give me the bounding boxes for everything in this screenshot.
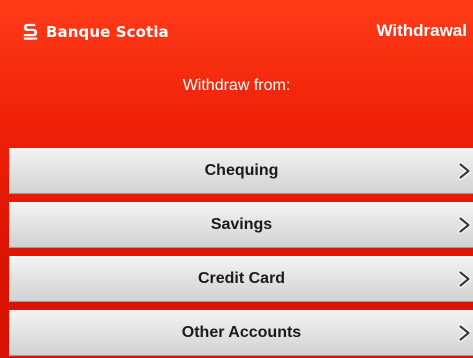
header: Banque Scotia Withdrawal Withdraw from: xyxy=(0,0,473,148)
chevron-right-icon xyxy=(458,270,471,288)
option-chequing-button[interactable]: Chequing xyxy=(9,148,473,194)
atm-screen: Banque Scotia Withdrawal Withdraw from: … xyxy=(0,0,473,358)
option-label: Credit Card xyxy=(197,270,286,287)
option-label: Savings xyxy=(210,216,273,233)
chevron-right-icon xyxy=(458,216,471,234)
scotia-s-logo-icon xyxy=(23,23,38,40)
option-savings-button[interactable]: Savings xyxy=(9,202,473,248)
option-label: Other Accounts xyxy=(181,324,302,341)
brand: Banque Scotia xyxy=(21,22,169,41)
brand-name: Banque Scotia xyxy=(46,22,169,41)
account-options: Chequing Savings Credit Card Other Accou… xyxy=(9,148,473,358)
screen-title: Withdrawal xyxy=(376,21,467,40)
chevron-right-icon xyxy=(458,324,471,342)
option-credit-card-button[interactable]: Credit Card xyxy=(9,256,473,302)
option-other-accounts-button[interactable]: Other Accounts xyxy=(9,310,473,356)
option-label: Chequing xyxy=(204,162,279,179)
withdraw-prompt: Withdraw from: xyxy=(182,77,291,94)
chevron-right-icon xyxy=(458,162,471,180)
